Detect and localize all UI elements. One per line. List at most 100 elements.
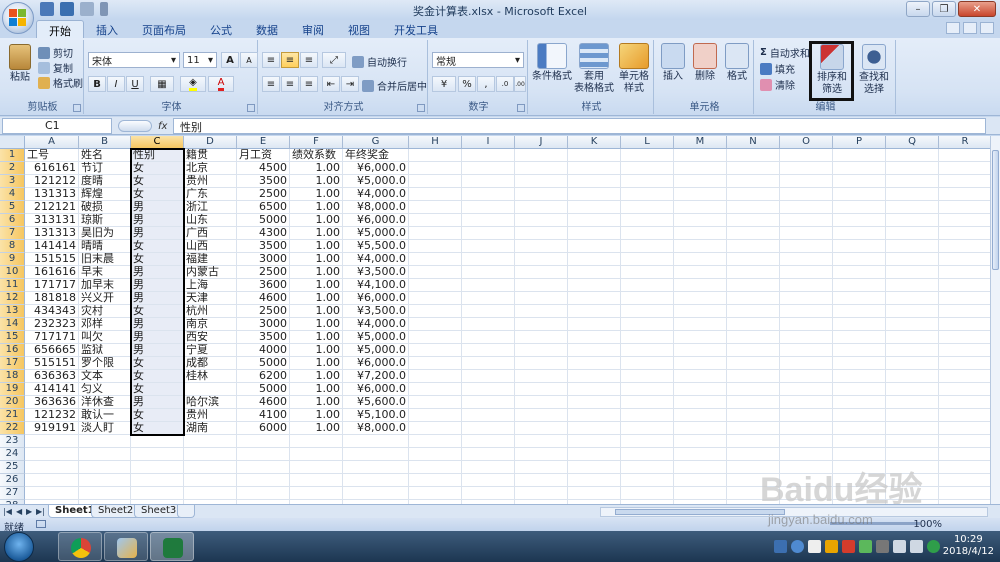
cell-m1[interactable] [674, 149, 727, 162]
cell-r1[interactable] [939, 149, 990, 162]
format-painter-button[interactable]: 格式刷 [38, 75, 83, 90]
cell-h2[interactable] [409, 162, 462, 175]
cell-o20[interactable] [780, 396, 833, 409]
cell-j23[interactable] [515, 435, 568, 448]
tray-app-icon[interactable] [774, 540, 787, 553]
cell-h21[interactable] [409, 409, 462, 422]
cell-b7[interactable]: 昊旧为 [79, 227, 131, 240]
cell-m16[interactable] [674, 344, 727, 357]
cell-j6[interactable] [515, 214, 568, 227]
tab-view[interactable]: 视图 [336, 20, 382, 38]
increase-indent-button[interactable]: ⇥ [341, 76, 359, 92]
taskbar-app-excel[interactable] [150, 532, 194, 561]
cell-h11[interactable] [409, 279, 462, 292]
cell-i7[interactable] [462, 227, 515, 240]
cell-f15[interactable]: 1.00 [290, 331, 343, 344]
cell-a8[interactable]: 141414 [25, 240, 79, 253]
cell-p1[interactable] [833, 149, 886, 162]
cell-m22[interactable] [674, 422, 727, 435]
cell-g1[interactable]: 年终奖金 [343, 149, 409, 162]
cell-m19[interactable] [674, 383, 727, 396]
cell-e10[interactable]: 2500 [237, 266, 290, 279]
cell-c1[interactable]: 性别 [131, 149, 184, 162]
cell-m10[interactable] [674, 266, 727, 279]
row-header-14[interactable]: 14 [0, 318, 25, 331]
clipboard-launcher-icon[interactable] [73, 104, 81, 112]
cell-q19[interactable] [886, 383, 939, 396]
cell-i9[interactable] [462, 253, 515, 266]
row-header-19[interactable]: 19 [0, 383, 25, 396]
comma-button[interactable]: , [477, 76, 495, 92]
cell-i16[interactable] [462, 344, 515, 357]
cell-e11[interactable]: 3600 [237, 279, 290, 292]
cell-m8[interactable] [674, 240, 727, 253]
cell-k23[interactable] [568, 435, 621, 448]
cell-b4[interactable]: 辉煌 [79, 188, 131, 201]
cell-g6[interactable]: ¥6,000.0 [343, 214, 409, 227]
cell-h14[interactable] [409, 318, 462, 331]
cell-j3[interactable] [515, 175, 568, 188]
wrap-text-button[interactable]: 自动换行 [352, 54, 407, 69]
cell-j7[interactable] [515, 227, 568, 240]
cell-k10[interactable] [568, 266, 621, 279]
cell-p7[interactable] [833, 227, 886, 240]
decrease-indent-button[interactable]: ⇤ [322, 76, 340, 92]
cell-c27[interactable] [131, 487, 184, 500]
cell-j13[interactable] [515, 305, 568, 318]
cell-e26[interactable] [237, 474, 290, 487]
align-left-button[interactable]: ≡ [262, 76, 280, 92]
cell-i8[interactable] [462, 240, 515, 253]
cell-a11[interactable]: 171717 [25, 279, 79, 292]
number-format-select[interactable]: 常规 ▾ [432, 52, 524, 68]
cell-j10[interactable] [515, 266, 568, 279]
cell-b2[interactable]: 节订 [79, 162, 131, 175]
cell-i27[interactable] [462, 487, 515, 500]
row-header-3[interactable]: 3 [0, 175, 25, 188]
font-color-button[interactable]: A [208, 76, 234, 92]
close-button[interactable]: ✕ [958, 1, 996, 17]
cell-a4[interactable]: 131313 [25, 188, 79, 201]
cell-g16[interactable]: ¥5,000.0 [343, 344, 409, 357]
cell-l24[interactable] [621, 448, 674, 461]
cell-d7[interactable]: 广西 [184, 227, 237, 240]
cell-n6[interactable] [727, 214, 780, 227]
formula-input[interactable]: 性别 [173, 118, 986, 134]
cell-c15[interactable]: 男 [131, 331, 184, 344]
minimize-button[interactable]: – [906, 1, 930, 17]
row-header-20[interactable]: 20 [0, 396, 25, 409]
cell-f17[interactable]: 1.00 [290, 357, 343, 370]
bold-button[interactable]: B [88, 76, 106, 92]
tab-home[interactable]: 开始 [36, 20, 84, 38]
cell-j20[interactable] [515, 396, 568, 409]
cell-l21[interactable] [621, 409, 674, 422]
cell-d12[interactable]: 天津 [184, 292, 237, 305]
paste-button[interactable]: 粘贴 [6, 44, 34, 84]
cell-c21[interactable]: 女 [131, 409, 184, 422]
cell-p4[interactable] [833, 188, 886, 201]
cell-j18[interactable] [515, 370, 568, 383]
column-header-p[interactable]: P [833, 136, 886, 149]
row-header-12[interactable]: 12 [0, 292, 25, 305]
cell-e8[interactable]: 3500 [237, 240, 290, 253]
cell-b13[interactable]: 灾村 [79, 305, 131, 318]
cell-q14[interactable] [886, 318, 939, 331]
column-header-i[interactable]: I [462, 136, 515, 149]
cell-f6[interactable]: 1.00 [290, 214, 343, 227]
cell-l12[interactable] [621, 292, 674, 305]
cell-c20[interactable]: 男 [131, 396, 184, 409]
cell-j15[interactable] [515, 331, 568, 344]
cell-f10[interactable]: 1.00 [290, 266, 343, 279]
cell-p12[interactable] [833, 292, 886, 305]
cell-p5[interactable] [833, 201, 886, 214]
cell-e16[interactable]: 4000 [237, 344, 290, 357]
font-name-select[interactable]: 宋体 ▾ [88, 52, 180, 68]
cell-q6[interactable] [886, 214, 939, 227]
cell-l11[interactable] [621, 279, 674, 292]
vertical-scroll-thumb[interactable] [992, 150, 999, 270]
cell-n10[interactable] [727, 266, 780, 279]
cell-o18[interactable] [780, 370, 833, 383]
cell-l1[interactable] [621, 149, 674, 162]
cell-n23[interactable] [727, 435, 780, 448]
cell-p23[interactable] [833, 435, 886, 448]
cell-r3[interactable] [939, 175, 990, 188]
